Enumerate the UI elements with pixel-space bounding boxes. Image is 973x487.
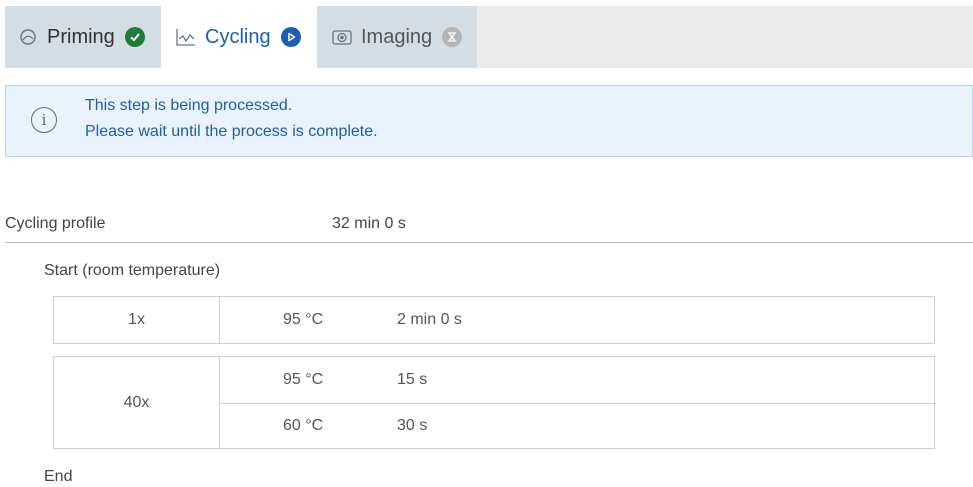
cycle-count: 1x: [54, 297, 220, 343]
camera-icon: [331, 26, 353, 48]
check-icon: [124, 27, 145, 47]
step-temperature: 95 °C: [283, 371, 324, 388]
step-temperature: 60 °C: [283, 417, 324, 434]
cycling-profile-duration: 32 min 0 s: [332, 215, 406, 232]
tab-priming[interactable]: Priming: [5, 6, 161, 68]
priming-icon: [17, 26, 39, 48]
banner-message: This step is being processed.: [85, 97, 293, 114]
step-temperature: 95 °C: [283, 311, 324, 328]
tab-cycling[interactable]: Cycling: [161, 6, 317, 68]
info-icon: i: [31, 107, 57, 133]
cycle-count: 40x: [54, 357, 220, 448]
end-label: End: [44, 468, 73, 485]
step-time: 15 s: [397, 371, 428, 388]
hourglass-icon: [442, 27, 463, 47]
cycle-step: 1x 95 °C 2 min 0 s: [53, 296, 935, 344]
cycle-step: 40x 95 °C 15 s 60 °C 30 s: [53, 356, 936, 449]
start-label: Start (room temperature): [44, 262, 221, 279]
tab-label: Imaging: [361, 25, 433, 48]
banner-submessage: Please wait until the process is complet…: [85, 123, 378, 140]
tab-imaging[interactable]: Imaging: [317, 6, 477, 68]
cycling-profile-label: Cycling profile: [5, 215, 106, 232]
row-divider: [220, 403, 936, 404]
step-time: 2 min 0 s: [397, 311, 462, 328]
play-icon: [280, 27, 301, 47]
step-time: 30 s: [397, 417, 428, 434]
info-banner: i This step is being processed. Please w…: [5, 85, 973, 157]
step-tabs: Priming Cycling Imaging: [5, 6, 973, 68]
tab-label: Priming: [47, 25, 115, 48]
cycling-chart-icon: [175, 26, 197, 48]
tab-label: Cycling: [205, 25, 271, 48]
divider: [5, 242, 973, 243]
